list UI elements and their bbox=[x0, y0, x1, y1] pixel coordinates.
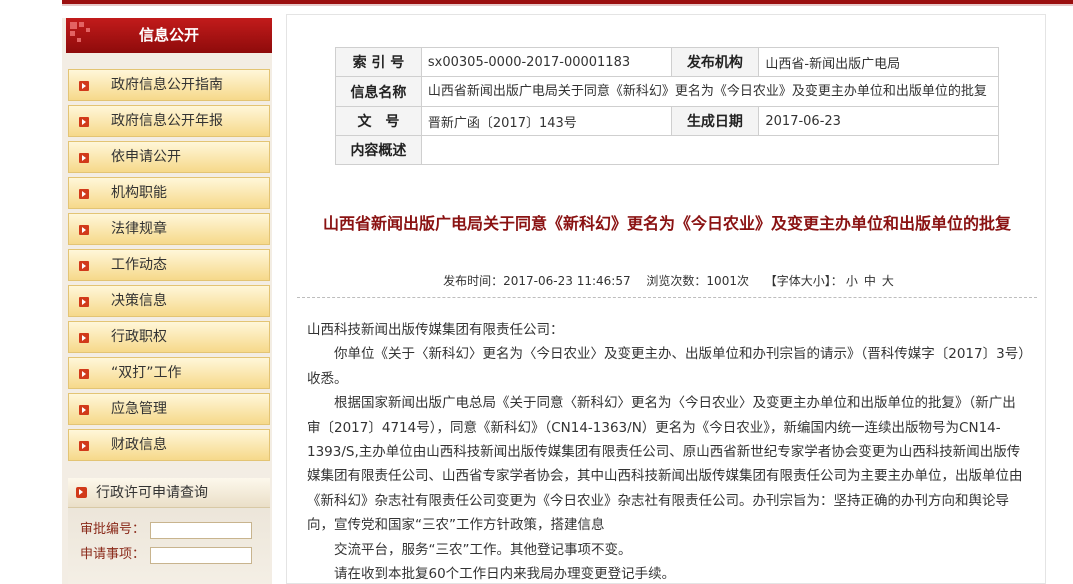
apply-item-label: 申请事项： bbox=[80, 547, 146, 562]
sidebar-item-label: 政府信息公开年报 bbox=[111, 113, 223, 129]
sidebar-item-label: 应急管理 bbox=[111, 401, 167, 417]
name-value: 山西省新闻出版广电局关于同意《新科幻》更名为《今日农业》及变更主办单位和出版单位… bbox=[420, 76, 1000, 107]
font-medium-button[interactable]: 中 bbox=[864, 274, 876, 288]
sidebar-item-label: “双打”工作 bbox=[111, 365, 182, 381]
font-small-button[interactable]: 小 bbox=[846, 274, 858, 288]
permit-query-title: 行政许可申请查询 bbox=[96, 485, 208, 501]
article-info-bar: 发布时间：2017-06-23 11:46:57 浏览次数：1001次 【字体大… bbox=[297, 272, 1037, 289]
top-rule-shadow bbox=[62, 4, 1073, 6]
index-value: sx00305-0000-2017-00001183 bbox=[420, 47, 672, 77]
permit-query-panel: 行政许可申请查询 审批编号： 申请事项： 查询重置 bbox=[68, 478, 270, 584]
sidebar-menu: 政府信息公开指南 政府信息公开年报 依申请公开 机构职能 法律规章 工作动态 决… bbox=[68, 69, 270, 465]
font-size-label: 【字体大小】： bbox=[764, 274, 843, 288]
publish-time: 发布时间：2017-06-23 11:46:57 bbox=[443, 274, 631, 288]
bullet-icon bbox=[79, 369, 89, 379]
sidebar-item-regulations[interactable]: 法律规章 bbox=[68, 213, 270, 245]
date-value: 2017-06-23 bbox=[758, 106, 999, 136]
article-paragraph: 请在收到本批复60个工作日内来我局办理变更登记手续。 bbox=[334, 566, 676, 583]
approval-no-input[interactable] bbox=[150, 522, 252, 539]
bullet-icon bbox=[79, 117, 89, 127]
sidebar-item-shuangda[interactable]: “双打”工作 bbox=[68, 357, 270, 389]
apply-item-input[interactable] bbox=[150, 547, 252, 564]
docno-label: 文 号 bbox=[335, 106, 422, 136]
sidebar-item-label: 法律规章 bbox=[111, 221, 167, 237]
sidebar-item-label: 决策信息 bbox=[111, 293, 167, 309]
sidebar-header: 信息公开 bbox=[66, 18, 272, 53]
sidebar-item-disclosure-guide[interactable]: 政府信息公开指南 bbox=[68, 69, 270, 101]
sidebar: 信息公开 政府信息公开指南 政府信息公开年报 依申请公开 机构职能 法律规章 工… bbox=[62, 18, 272, 584]
sidebar-item-on-request[interactable]: 依申请公开 bbox=[68, 141, 270, 173]
sidebar-item-annual-report[interactable]: 政府信息公开年报 bbox=[68, 105, 270, 137]
bullet-icon bbox=[79, 297, 89, 307]
article-paragraph: 交流平台，服务“三农”工作。其他登记事项不变。 bbox=[334, 541, 632, 558]
bullet-icon bbox=[79, 405, 89, 415]
article-body: 山西科技新闻出版传媒集团有限责任公司： 你单位《关于〈新科幻〉更名为〈今日农业〉… bbox=[307, 318, 1027, 584]
sidebar-item-decisions[interactable]: 决策信息 bbox=[68, 285, 270, 317]
bullet-icon bbox=[79, 333, 89, 343]
article-paragraph: 根据国家新闻出版广电总局《关于同意〈新科幻〉更名为〈今日农业〉及变更主办单位和出… bbox=[307, 395, 1023, 534]
sidebar-item-emergency[interactable]: 应急管理 bbox=[68, 393, 270, 425]
sidebar-item-label: 工作动态 bbox=[111, 257, 167, 273]
bullet-icon bbox=[79, 81, 89, 91]
font-large-button[interactable]: 大 bbox=[882, 274, 894, 288]
sidebar-item-powers[interactable]: 行政职权 bbox=[68, 321, 270, 353]
bullet-icon bbox=[79, 261, 89, 271]
main-content: 索 引 号 sx00305-0000-2017-00001183 发布机构 山西… bbox=[286, 14, 1046, 584]
sidebar-item-news[interactable]: 工作动态 bbox=[68, 249, 270, 281]
salutation: 山西科技新闻出版传媒集团有限责任公司： bbox=[307, 322, 564, 338]
sidebar-item-label: 依申请公开 bbox=[111, 149, 181, 165]
index-label: 索 引 号 bbox=[335, 47, 422, 77]
sidebar-item-functions[interactable]: 机构职能 bbox=[68, 177, 270, 209]
docno-value: 晋新广函〔2017〕143号 bbox=[420, 106, 672, 136]
name-label: 信息名称 bbox=[335, 76, 422, 107]
divider bbox=[297, 297, 1037, 298]
bullet-icon bbox=[79, 225, 89, 235]
publisher-value: 山西省-新闻出版广电局 bbox=[758, 47, 999, 77]
sidebar-item-label: 行政职权 bbox=[111, 329, 167, 345]
publisher-label: 发布机构 bbox=[670, 47, 760, 77]
sidebar-item-label: 财政信息 bbox=[111, 437, 167, 453]
article-title: 山西省新闻出版广电局关于同意《新科幻》更名为《今日农业》及变更主办单位和出版单位… bbox=[322, 214, 1011, 233]
document-meta-table: 索 引 号 sx00305-0000-2017-00001183 发布机构 山西… bbox=[335, 47, 1000, 165]
summary-value bbox=[420, 135, 1000, 165]
bullet-icon bbox=[79, 441, 89, 451]
date-label: 生成日期 bbox=[670, 106, 760, 136]
bullet-icon bbox=[79, 189, 89, 199]
sidebar-item-label: 机构职能 bbox=[111, 185, 167, 201]
sidebar-item-label: 政府信息公开指南 bbox=[111, 77, 223, 93]
permit-query-header: 行政许可申请查询 bbox=[68, 478, 270, 508]
bullet-icon bbox=[76, 487, 87, 498]
sidebar-title: 信息公开 bbox=[138, 26, 199, 44]
bullet-icon bbox=[79, 153, 89, 163]
summary-label: 内容概述 bbox=[335, 135, 422, 165]
article-paragraph: 你单位《关于〈新科幻〉更名为〈今日农业〉及变更主办、出版单位和办刊宗旨的请示》（… bbox=[307, 346, 1025, 387]
sidebar-item-finance[interactable]: 财政信息 bbox=[68, 429, 270, 461]
view-count: 浏览次数：1001次 bbox=[646, 274, 749, 288]
approval-no-label: 审批编号： bbox=[80, 522, 146, 537]
